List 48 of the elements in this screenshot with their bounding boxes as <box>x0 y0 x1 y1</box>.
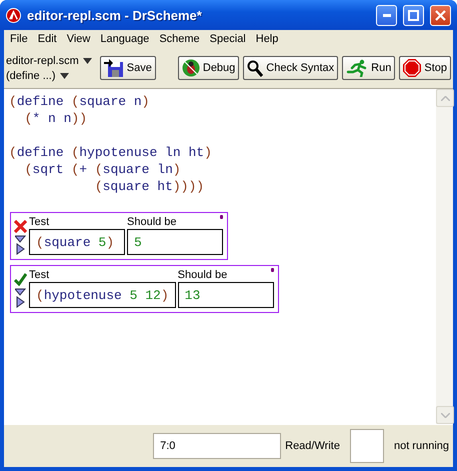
minimize-button[interactable] <box>376 4 397 26</box>
close-button[interactable] <box>430 4 451 26</box>
bug-icon <box>182 59 200 77</box>
stop-button[interactable]: Stop <box>399 56 451 80</box>
caret-icon <box>82 58 92 64</box>
expected-value-field[interactable]: 5 <box>127 229 223 255</box>
test-label: Test <box>29 215 50 229</box>
menu-item[interactable]: View <box>62 33 96 45</box>
maximize-button[interactable] <box>403 4 424 26</box>
maximize-icon <box>408 10 419 20</box>
floppy-disk-icon <box>104 59 124 77</box>
code-line: (* n n)) <box>24 110 88 127</box>
menu-item[interactable]: File <box>6 33 34 45</box>
code-line: (sqrt (+ (square ln) <box>24 161 182 178</box>
expected-value-field[interactable]: 13 <box>178 282 274 308</box>
test-label: Test <box>29 268 50 282</box>
read-write-status: Read/Write <box>285 440 340 452</box>
app-logo-icon <box>6 8 21 22</box>
stop-sign-icon <box>403 59 422 77</box>
check-syntax-button[interactable]: Check Syntax <box>243 56 338 80</box>
test-expression-field[interactable]: (hypotenuse 5 12) <box>29 282 176 308</box>
menu-item[interactable]: Edit <box>34 33 63 45</box>
file-dropdown[interactable]: editor-repl.scm <box>6 54 92 66</box>
expected-label: Should be <box>127 215 178 229</box>
expected-label: Should be <box>178 268 228 282</box>
run-button[interactable]: Run <box>342 56 396 80</box>
definitions-dropdown[interactable]: (define ...) <box>6 70 92 82</box>
running-figure-icon <box>346 59 368 77</box>
test-expression-field[interactable]: (square 5) <box>29 229 125 255</box>
code-line: (square ht)))) <box>94 178 206 195</box>
menu-item[interactable]: Language <box>96 33 156 45</box>
menu-item[interactable]: Help <box>252 33 284 45</box>
minimize-icon <box>382 14 390 16</box>
collapse-arrows-icon[interactable] <box>14 286 26 308</box>
save-button[interactable]: Save <box>100 56 156 80</box>
code-line: (define (hypotenuse ln ht) <box>9 144 213 161</box>
code-line: (define (square n) <box>9 93 150 110</box>
debug-button[interactable]: Debug <box>178 56 240 80</box>
caret-icon <box>60 72 69 78</box>
window-title: editor-repl.scm - DrScheme* <box>27 8 203 22</box>
position-field: 7:0 <box>153 433 282 459</box>
running-status: not running <box>394 440 449 452</box>
menu-item[interactable]: Scheme <box>155 33 206 45</box>
status-indicator <box>350 429 384 463</box>
close-icon <box>435 10 446 20</box>
magnifier-icon <box>247 60 264 76</box>
menu-item[interactable]: Special <box>206 33 252 45</box>
collapse-arrows-icon[interactable] <box>14 233 26 255</box>
